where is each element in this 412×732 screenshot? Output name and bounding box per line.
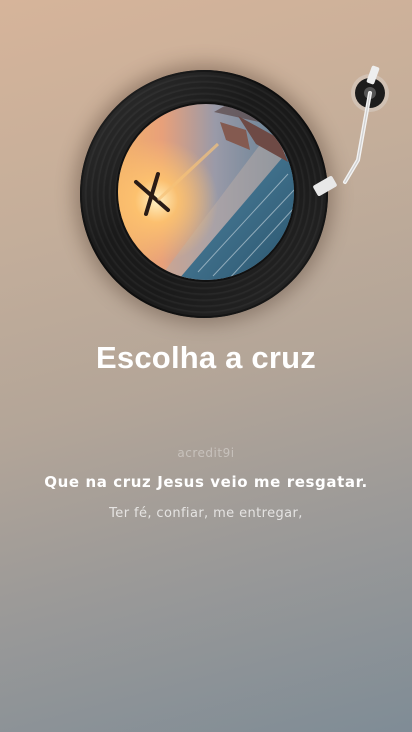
lyrics-credit: acredit9i [177,446,235,460]
lyric-next-line[interactable]: Ter fé, confiar, me entregar, [0,506,412,521]
tonearm-icon[interactable] [300,60,410,210]
song-title: Escolha a cruz [96,340,316,375]
player-area [0,0,412,340]
lyric-current-line[interactable]: Que na cruz Jesus veio me resgatar. [0,473,412,491]
album-artwork [118,104,294,280]
